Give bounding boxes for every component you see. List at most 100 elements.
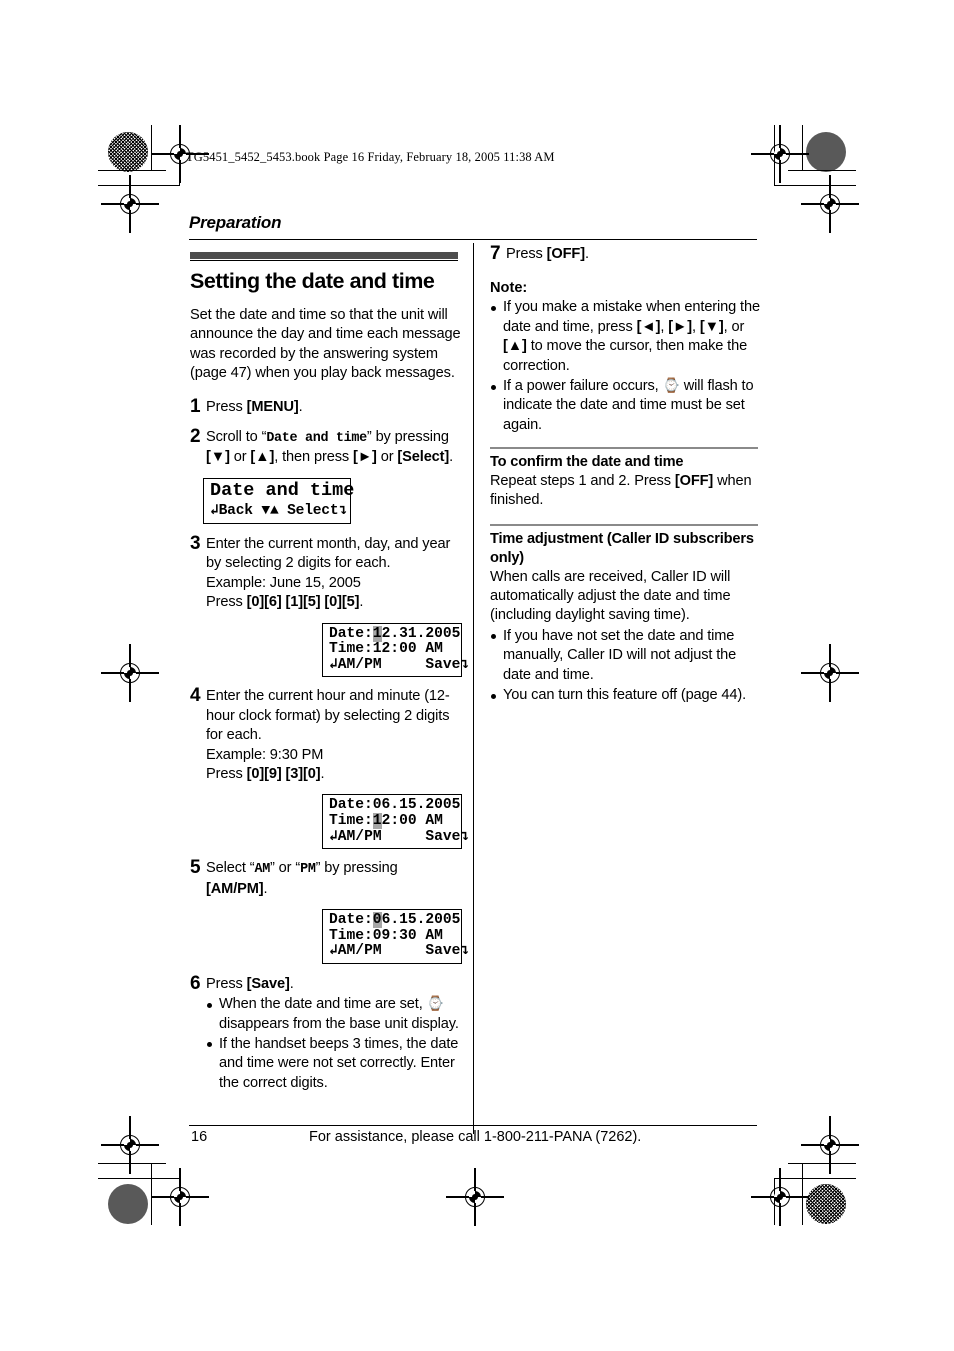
step-4-press: Press [206,765,247,782]
step-text: Press [MENU]. [206,397,303,417]
lcd-step5-wrapper: Date:06.15.2005 Time:09:30 AM ↲AM/PM Save↴ [190,908,469,964]
list-item: When the date and time are set, ⌚ disapp… [206,995,462,1034]
subheading-time-adjustment: Time adjustment (Caller ID subscribers o… [490,530,754,566]
step-text: Select “AM” or “PM” by pressing [AM/PM]. [206,858,462,899]
step-number: 1 [190,395,201,417]
lcd-time-rest: 2:00 AM [381,812,443,829]
step-5: 5 Select “AM” or “PM” by pressing [AM/PM… [190,858,462,899]
footer-rule [189,1125,757,1127]
registration-crosshair [801,175,859,233]
list-item: If you make a mistake when entering the … [490,298,760,376]
registration-crosshair [151,1168,209,1226]
registration-solid-circle-top-right [806,132,846,172]
step-4-line1: Enter the current hour and minute (12-ho… [206,688,450,744]
key-right: [►] [668,318,692,335]
step-text: Scroll to “Date and time” by pressing [▼… [206,427,462,468]
lcd-time-value: 09:30 AM [372,927,443,944]
key-sequence-date: [0][6] [1][5] [0][5] [246,594,360,611]
lcd-display-step3: Date:12.31.2005 Time:12:00 AM ↲AM/PM Save↴ [322,622,469,678]
registration-crosshair [751,125,809,183]
key-up: [▲] [503,338,527,355]
lcd-softkeys: ↲Back ▼▲ Select↴ [210,502,348,519]
lcd-date-label: Date: [329,797,373,814]
section-rule [490,447,758,449]
step-2-text-4: , then press [274,449,353,466]
registration-crosshair [801,1116,859,1174]
list-item: If the handset beeps 3 times, the date a… [206,1035,462,1093]
step-7-period: . [584,246,589,262]
bullet-pre: If the handset beeps 3 times, the date a… [219,1035,459,1091]
key-up: [▲] [250,449,275,466]
key-off: [OFF] [674,472,714,489]
step-3-line1: Enter the current month, day, and year b… [206,535,451,572]
list-item: You can turn this feature off (page 44). [490,686,760,705]
step-7: 7 Press [OFF]. [490,244,760,264]
key-down: [▼] [206,449,230,466]
lcd-display-menu: Date and time ↲Back ▼▲ Select↴ [203,477,355,524]
note-sep-3: , or [723,318,745,335]
step-text: Press [Save]. When the date and time are… [206,974,462,1094]
confirm-body: Repeat steps 1 and 2. Press [OFF] when f… [490,472,760,511]
note-bullets: If you make a mistake when entering the … [490,298,760,435]
lcd-cursor-digit: 0 [372,911,382,928]
step-3-period: . [359,594,364,611]
step-number: 2 [190,426,201,448]
step-3-line2: Example: June 15, 2005 [206,574,361,591]
intro-paragraph: Set the date and time so that the unit w… [190,307,461,382]
section-rule [490,524,758,526]
left-column: Setting the date and time Set the date a… [190,252,469,1104]
book-header-line: TG5451_5452_5453.book Page 16 Friday, Fe… [186,150,555,164]
step-4-period: . [320,765,325,782]
page-title: Setting the date and time [190,269,435,294]
step-5-text-2: ” or “ [270,860,301,877]
subheading-confirm: To confirm the date and time [490,453,684,470]
softkey-back: Back [218,502,253,519]
lcd-step4-wrapper: Date:06.15.2005 Time:12:00 AM ↲AM/PM Save↴ [190,794,469,850]
softkey-ampm: AM/PM [337,828,382,845]
key-menu: [MENU] [246,398,299,415]
step-text: Enter the current month, day, and year b… [206,534,462,613]
key-right: [►] [352,449,377,466]
section-bar [190,252,458,259]
crop-line [788,1163,856,1165]
step-1-text: Press [206,398,247,415]
softkey-ampm: AM/PM [337,656,382,673]
softkey-arrows: ▼▲ [261,502,279,519]
step-2: 2 Scroll to “Date and time” by pressing … [190,427,462,468]
softkey-save: Save [425,943,461,960]
lcd-time-label: Time: [329,812,373,829]
step-2-text-3: or [229,449,251,466]
step-number: 5 [190,857,201,879]
lcd-date-label: Date: [329,625,373,642]
value-pm: PM [300,862,316,878]
registration-halftone-circle-bottom-right [806,1184,846,1224]
key-save: [Save] [246,975,290,992]
note-power-pre: If a power failure occurs, [503,378,663,395]
registration-crosshair [801,644,859,702]
adjust-bullets: If you have not set the date and time ma… [490,627,760,706]
bullet-pre: When the date and time are set, [219,996,427,1013]
registration-crosshair [101,1116,159,1174]
step-1-period: . [298,398,303,415]
step-3: 3 Enter the current month, day, and year… [190,534,462,613]
section-bar-thin [190,260,458,262]
step-6-bullets: When the date and time are set, ⌚ disapp… [206,995,462,1093]
step-2-text-2: ” by pressing [366,429,449,446]
lcd-display-step4: Date:06.15.2005 Time:12:00 AM ↲AM/PM Save↴ [322,794,469,850]
step-2-text-5: or [376,449,398,466]
key-ampm: [AM/PM] [206,880,264,897]
step-number: 7 [490,243,501,264]
lcd-menu-line1: Date and time [210,479,355,501]
key-off: [OFF] [546,246,585,262]
column-divider [473,243,475,1134]
step-2-text: Scroll to “ [206,429,267,446]
step-4: 4 Enter the current hour and minute (12-… [190,686,462,784]
key-down: [▼] [699,318,724,335]
lcd-time-label: Time: [329,641,373,658]
key-sequence-time: [0][9] [3][0] [246,765,321,782]
clock-icon: ⌚ [426,996,444,1013]
list-item: If you have not set the date and time ma… [490,627,760,685]
registration-crosshair [101,644,159,702]
crop-line [98,170,166,172]
document-page: TG5451_5452_5453.book Page 16 Friday, Fe… [0,0,954,1351]
